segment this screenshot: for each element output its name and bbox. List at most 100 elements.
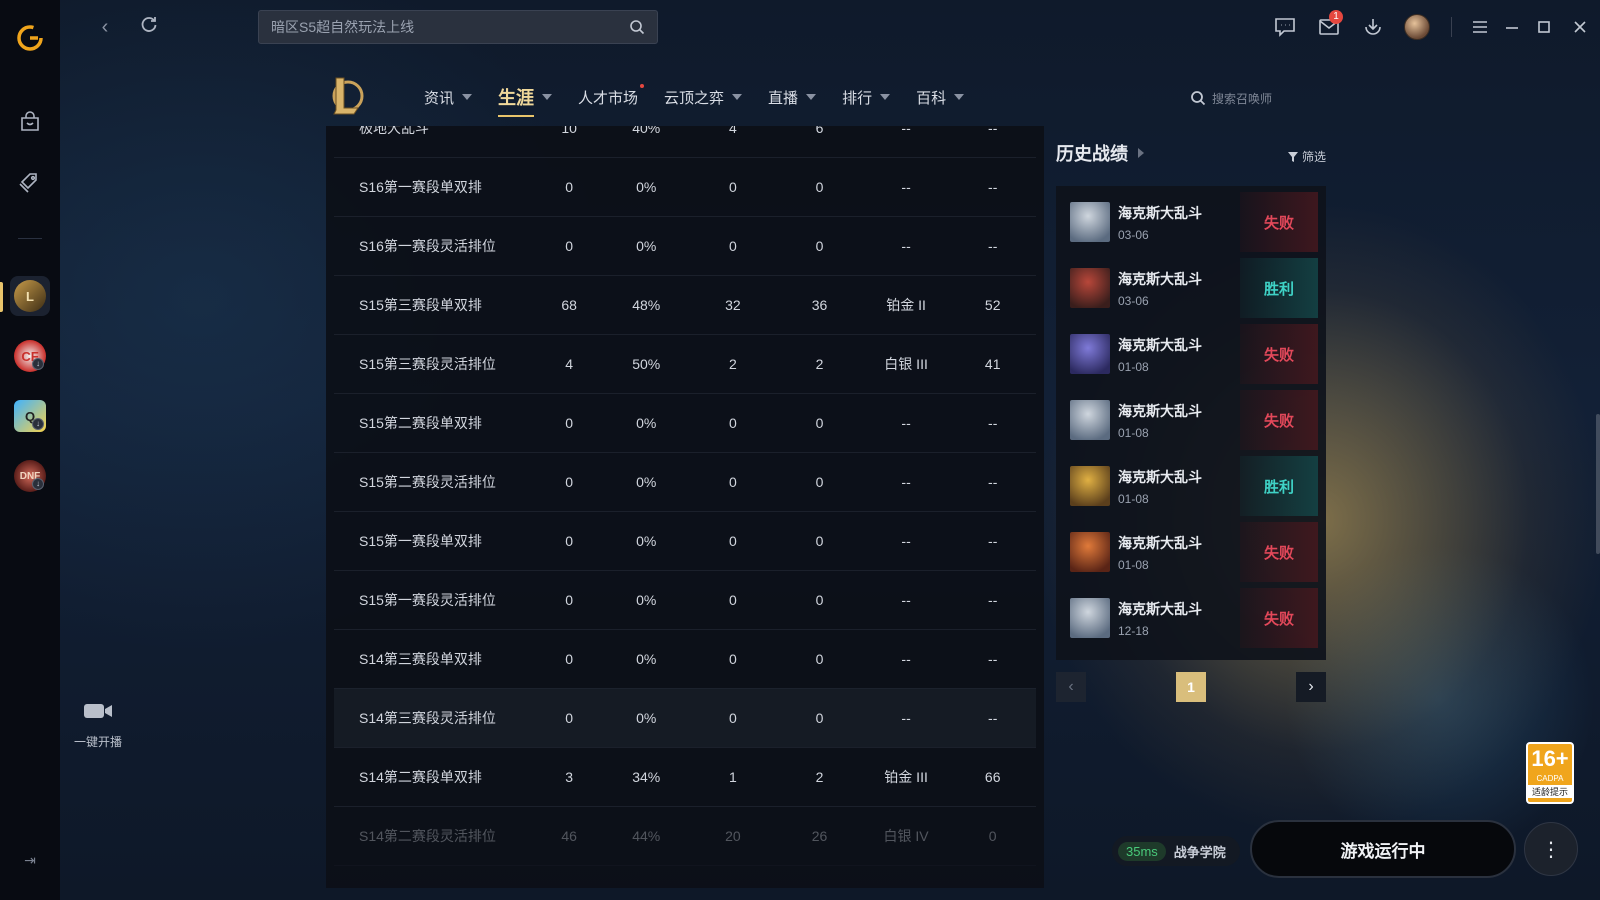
gift-tag-icon[interactable] xyxy=(10,162,50,202)
app-logo-icon[interactable] xyxy=(10,18,50,58)
chevron-right-icon xyxy=(1138,148,1144,158)
tab-4[interactable]: 直播 xyxy=(768,84,817,110)
current-page-number[interactable]: 1 xyxy=(1176,672,1206,702)
lol-logo-icon[interactable] xyxy=(328,74,364,116)
sidebar-item-dnf[interactable]: DNF ↓ xyxy=(10,456,50,496)
cell-losses: 0 xyxy=(815,591,824,608)
table-row[interactable]: 极地大乱斗 10 40% 4 6 -- -- xyxy=(334,126,1036,158)
download-manager-button[interactable] xyxy=(1351,12,1395,42)
match-item[interactable]: 海克斯大乱斗 01-08 胜利 xyxy=(1064,456,1318,516)
cell-losses: 0 xyxy=(815,414,824,431)
match-mode: 海克斯大乱斗 xyxy=(1118,270,1202,287)
match-info: 海克斯大乱斗 01-08 xyxy=(1118,401,1202,440)
table-row[interactable]: S15第一赛段灵活排位 0 0% 0 0 -- -- xyxy=(334,570,1036,630)
table-row[interactable]: S14第三赛段单双排 0 0% 0 0 -- -- xyxy=(334,629,1036,689)
search-icon[interactable] xyxy=(629,19,645,35)
match-result: 胜利 xyxy=(1240,258,1318,318)
cell-games: 46 xyxy=(561,827,577,844)
cell-rank: -- xyxy=(901,591,911,608)
cell-name: S15第三赛段单双排 xyxy=(359,296,482,313)
cell-points: -- xyxy=(988,591,998,608)
one-click-live-button[interactable]: 一键开播 xyxy=(66,700,130,750)
tab-5[interactable]: 排行 xyxy=(842,84,891,110)
new-dot-icon xyxy=(640,84,645,88)
store-icon[interactable] xyxy=(10,102,50,142)
match-mode: 海克斯大乱斗 xyxy=(1118,204,1202,221)
sidebar-item-lol[interactable]: L xyxy=(10,276,50,316)
tab-6[interactable]: 百科 xyxy=(916,84,965,110)
filter-button[interactable]: 筛选 xyxy=(1287,148,1326,165)
table-row[interactable]: S15第三赛段灵活排位 4 50% 2 2 白银 III 41 xyxy=(334,334,1036,394)
tab-3[interactable]: 云顶之弈 xyxy=(664,84,743,110)
filter-icon xyxy=(1287,151,1298,162)
table-row[interactable]: S15第二赛段单双排 0 0% 0 0 -- -- xyxy=(334,393,1036,453)
table-row[interactable]: S14第二赛段单双排 3 34% 1 2 铂金 III 66 xyxy=(334,747,1036,807)
table-row[interactable]: S15第一赛段单双排 0 0% 0 0 -- -- xyxy=(334,511,1036,571)
champion-portrait xyxy=(1070,532,1110,572)
match-item[interactable]: 海克斯大乱斗 03-06 胜利 xyxy=(1064,258,1318,318)
expand-sidebar-icon[interactable]: ⇥ xyxy=(20,852,40,872)
table-row[interactable]: S14第三赛段灵活排位 0 0% 0 0 -- -- xyxy=(334,688,1036,748)
tab-0[interactable]: 资讯 xyxy=(424,84,473,110)
page-scrollbar[interactable] xyxy=(1596,414,1600,554)
tab-2[interactable]: 人才市场 xyxy=(578,84,645,110)
match-item[interactable]: 海克斯大乱斗 01-08 失败 xyxy=(1064,390,1318,450)
chat-icon xyxy=(1275,18,1295,37)
table-row[interactable]: S16第一赛段灵活排位 0 0% 0 0 -- -- xyxy=(334,216,1036,276)
table-row[interactable]: S16第一赛段单双排 0 0% 0 0 -- -- xyxy=(334,157,1036,217)
maximize-icon[interactable] xyxy=(1528,12,1560,42)
sidebar-item-cf[interactable]: CF ↓ xyxy=(10,336,50,376)
global-search-box[interactable] xyxy=(258,10,658,44)
cell-name: S16第一赛段单双排 xyxy=(359,178,482,195)
prev-page-button[interactable]: ‹ xyxy=(1056,672,1086,702)
cell-rank: -- xyxy=(901,178,911,195)
minimize-icon[interactable] xyxy=(1496,12,1528,42)
cell-name: S15第一赛段灵活排位 xyxy=(359,591,496,608)
chat-button[interactable] xyxy=(1263,12,1307,42)
cell-losses: 0 xyxy=(815,237,824,254)
cell-name: S15第二赛段单双排 xyxy=(359,414,482,431)
summoner-search-box[interactable]: 搜索召唤师 xyxy=(1190,86,1310,110)
close-icon[interactable] xyxy=(1560,12,1600,42)
global-search-input[interactable] xyxy=(271,19,611,35)
cell-wins: 0 xyxy=(728,532,737,549)
match-item[interactable]: 海克斯大乱斗 03-06 失败 xyxy=(1064,192,1318,252)
more-options-icon[interactable]: ⋮ xyxy=(1524,822,1578,876)
cell-points: 41 xyxy=(984,355,1001,372)
back-icon[interactable]: ‹ xyxy=(92,14,118,40)
tab-1[interactable]: 生涯 xyxy=(498,84,553,117)
cell-winrate: 40% xyxy=(632,126,661,136)
match-date: 12-18 xyxy=(1118,623,1149,638)
match-item[interactable]: 海克斯大乱斗 12-18 失败 xyxy=(1064,588,1318,648)
cell-games: 68 xyxy=(561,296,577,313)
menu-icon[interactable] xyxy=(1464,12,1496,42)
next-page-button[interactable]: › xyxy=(1296,672,1326,702)
cell-winrate: 0% xyxy=(636,591,657,608)
match-info: 海克斯大乱斗 01-08 xyxy=(1118,533,1202,572)
mail-button[interactable]: 1 xyxy=(1307,10,1351,42)
sidebar-item-qq-speed[interactable]: Q ↓ xyxy=(10,396,50,436)
table-row[interactable]: S15第三赛段单双排 68 48% 32 36 铂金 II 52 xyxy=(334,275,1036,335)
cell-name: S15第一赛段单双排 xyxy=(359,532,482,549)
server-status[interactable]: 35ms 战争学院 xyxy=(1112,836,1240,866)
match-item[interactable]: 海克斯大乱斗 01-08 失败 xyxy=(1064,324,1318,384)
cell-points: -- xyxy=(988,709,998,726)
refresh-icon[interactable] xyxy=(136,14,162,40)
summoner-search-placeholder: 搜索召唤师 xyxy=(1212,91,1273,106)
match-history-list: 海克斯大乱斗 03-06 失败 海克斯大乱斗 03-06 胜利 海克斯大乱斗 01-08 失败海… xyxy=(1056,186,1326,660)
table-row[interactable]: S15第二赛段灵活排位 0 0% 0 0 -- -- xyxy=(334,452,1036,512)
match-history-panel: 历史战绩 筛选 海克斯大乱斗 03-06 失败 海克斯大乱斗 03-06 胜利 海克斯大乱斗… xyxy=(1056,140,1326,702)
table-row[interactable]: S14第二赛段灵活排位 46 44% 20 26 白银 IV 0 xyxy=(334,806,1036,866)
cell-rank: -- xyxy=(901,237,911,254)
cell-name: S14第二赛段灵活排位 xyxy=(359,827,496,844)
cell-points: -- xyxy=(988,532,998,549)
cell-points: 66 xyxy=(984,768,1001,785)
match-history-title[interactable]: 历史战绩 xyxy=(1056,140,1326,166)
cell-name: S16第一赛段灵活排位 xyxy=(359,237,496,254)
age-rating-number: 16+ xyxy=(1531,746,1569,771)
match-item[interactable]: 海克斯大乱斗 01-08 失败 xyxy=(1064,522,1318,582)
user-avatar-button[interactable] xyxy=(1395,12,1439,42)
match-date: 01-08 xyxy=(1118,491,1149,506)
match-date: 01-08 xyxy=(1118,425,1149,440)
game-running-button[interactable]: 游戏运行中 xyxy=(1250,820,1516,878)
